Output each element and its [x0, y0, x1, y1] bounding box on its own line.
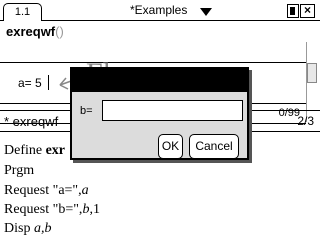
request-dialog: b= OK Cancel: [70, 67, 249, 160]
tab-1-1[interactable]: 1.1: [3, 3, 42, 21]
entry-parens: (): [55, 24, 64, 39]
ok-button[interactable]: OK: [158, 134, 183, 159]
text-cursor: [48, 75, 49, 90]
request-prompt: a= 5: [18, 76, 42, 90]
scrollbar-thumb[interactable]: [307, 63, 317, 83]
code-text: Request "a=",: [4, 183, 82, 198]
code-text: Prgm: [4, 163, 35, 178]
code-line: Request "a=",a: [4, 183, 89, 199]
code-line: Prgm: [4, 163, 34, 179]
document-title[interactable]: *Examples: [130, 3, 187, 17]
entry-name: exreqwf: [6, 24, 56, 39]
dialog-label: b=: [80, 105, 93, 117]
code-variable: a,b: [33, 221, 52, 236]
battery-icon: [287, 4, 299, 18]
calculator-entry[interactable]: exreqwf(): [6, 24, 64, 39]
code-variable: a: [81, 183, 89, 198]
code-line: Request "b=",b,1: [4, 202, 100, 218]
code-text-suffix: ,1: [89, 202, 100, 217]
code-line: Define exr: [4, 143, 65, 159]
dropdown-arrow-icon[interactable]: [200, 8, 212, 16]
b-input-field[interactable]: [102, 100, 243, 121]
cancel-button[interactable]: Cancel: [189, 134, 239, 159]
dialog-titlebar: [72, 69, 247, 92]
editor-page-indicator: 2/3: [297, 114, 314, 128]
code-text: Disp: [4, 221, 34, 236]
code-line: Disp a,b: [4, 221, 51, 237]
code-bold-text: exr: [45, 143, 66, 158]
code-text: Request "b=",: [4, 202, 83, 217]
close-icon[interactable]: ×: [300, 4, 315, 18]
code-text: Define: [4, 143, 46, 158]
editor-title: * exreqwf: [4, 114, 59, 129]
entry-divider: [0, 62, 306, 63]
